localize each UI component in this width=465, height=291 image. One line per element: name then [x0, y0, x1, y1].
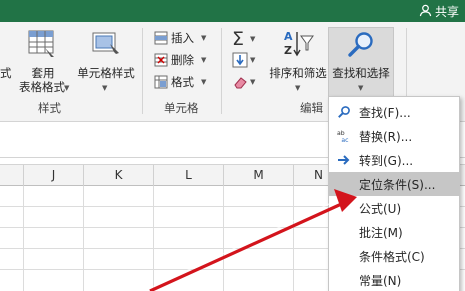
autosum-button[interactable]: Σ ▼: [232, 28, 258, 50]
cells-group-label: 单元格: [164, 101, 199, 115]
sort-filter-icon[interactable]: A Z: [280, 28, 314, 60]
chevron-down-icon: ▼: [250, 56, 256, 64]
sort-filter-label[interactable]: 排序和筛选: [266, 66, 330, 81]
table-format-label-1[interactable]: 套用: [26, 66, 60, 81]
fill-down-icon: [232, 52, 248, 68]
chevron-down-icon[interactable]: ▼: [295, 84, 300, 92]
editing-group-label: 编辑: [300, 101, 323, 115]
svg-text:ac: ac: [341, 137, 348, 143]
fill-button[interactable]: ▼: [232, 52, 258, 70]
menu-item-replace[interactable]: ab ac 替换(R)...: [329, 124, 459, 148]
svg-text:ab: ab: [337, 130, 345, 137]
menu-item-label: 批注(M): [359, 225, 403, 240]
chevron-down-icon: ▼: [201, 78, 207, 86]
menu-item-label: 公式(U): [359, 201, 402, 216]
insert-button[interactable]: 插入 ▼: [154, 29, 206, 47]
magnifier-icon: [329, 105, 359, 119]
share-label: 共享: [434, 5, 459, 19]
chevron-down-icon: ▼: [201, 56, 207, 64]
insert-icon: [154, 31, 168, 45]
format-label: 格式: [171, 75, 194, 89]
sigma-icon: Σ: [232, 28, 245, 50]
menu-item-find[interactable]: 查找(F)...: [329, 100, 459, 124]
chevron-down-icon: ▼: [250, 35, 256, 43]
menu-item-label: 定位条件(S)...: [359, 177, 436, 192]
menu-item-comments[interactable]: 批注(M): [329, 220, 459, 244]
svg-text:Z: Z: [284, 44, 292, 57]
column-header-l[interactable]: L: [154, 165, 224, 186]
menu-item-goto-special[interactable]: 定位条件(S)...: [329, 172, 459, 196]
column-header-m[interactable]: M: [224, 165, 294, 186]
group-separator: [221, 28, 222, 114]
conditional-format-partial-label[interactable]: 式: [0, 66, 12, 81]
delete-icon: [154, 53, 168, 67]
group-separator: [142, 28, 143, 114]
menu-item-conditional-format[interactable]: 条件格式(C): [329, 244, 459, 268]
menu-item-constants[interactable]: 常量(N): [329, 268, 459, 291]
table-format-label-2[interactable]: 表格格式: [12, 80, 72, 95]
menu-item-label: 常量(N): [359, 273, 402, 288]
arrow-right-icon: [329, 153, 359, 167]
menu-item-label: 替换(R)...: [359, 129, 413, 144]
column-header-j[interactable]: J: [24, 165, 84, 186]
title-bar: 共享: [0, 0, 465, 22]
chevron-down-icon[interactable]: ▼: [358, 84, 363, 92]
delete-button[interactable]: 删除 ▼: [154, 51, 206, 69]
share-button[interactable]: 共享: [419, 3, 459, 20]
menu-item-formulas[interactable]: 公式(U): [329, 196, 459, 220]
column-header-k[interactable]: K: [84, 165, 154, 186]
magnifier-icon[interactable]: [346, 30, 376, 60]
format-button[interactable]: 格式 ▼: [154, 73, 206, 91]
menu-item-label: 查找(F)...: [359, 105, 411, 120]
eraser-icon: [234, 77, 247, 89]
chevron-down-icon: ▼: [250, 78, 256, 86]
delete-label: 删除: [171, 53, 194, 67]
chevron-down-icon[interactable]: ▼: [64, 84, 69, 92]
person-icon: [419, 4, 432, 20]
replace-abc-icon: ab ac: [329, 129, 359, 143]
column-header-partial[interactable]: [0, 165, 24, 186]
find-select-label[interactable]: 查找和选择: [328, 66, 394, 81]
cell-style-icon[interactable]: [90, 28, 122, 58]
menu-item-goto[interactable]: 转到(G)...: [329, 148, 459, 172]
excel-window: 共享 式 套用 表格格式 ▼ 单元格样式 ▼ 样式 插入 ▼ 删除 ▼ 格式 ▼…: [0, 0, 465, 291]
clear-button[interactable]: ▼: [232, 74, 258, 92]
insert-label: 插入: [171, 31, 194, 45]
format-icon: [154, 75, 168, 89]
styles-group-label: 样式: [38, 101, 61, 115]
chevron-down-icon: ▼: [201, 34, 207, 42]
chevron-down-icon[interactable]: ▼: [102, 84, 107, 92]
menu-item-label: 条件格式(C): [359, 249, 425, 264]
table-format-icon[interactable]: [27, 28, 57, 58]
svg-text:A: A: [284, 30, 293, 43]
find-select-menu: 查找(F)... ab ac 替换(R)... 转到(G)... 定位条件(S).…: [328, 96, 460, 291]
cell-style-label[interactable]: 单元格样式: [76, 66, 136, 81]
menu-item-label: 转到(G)...: [359, 153, 414, 168]
